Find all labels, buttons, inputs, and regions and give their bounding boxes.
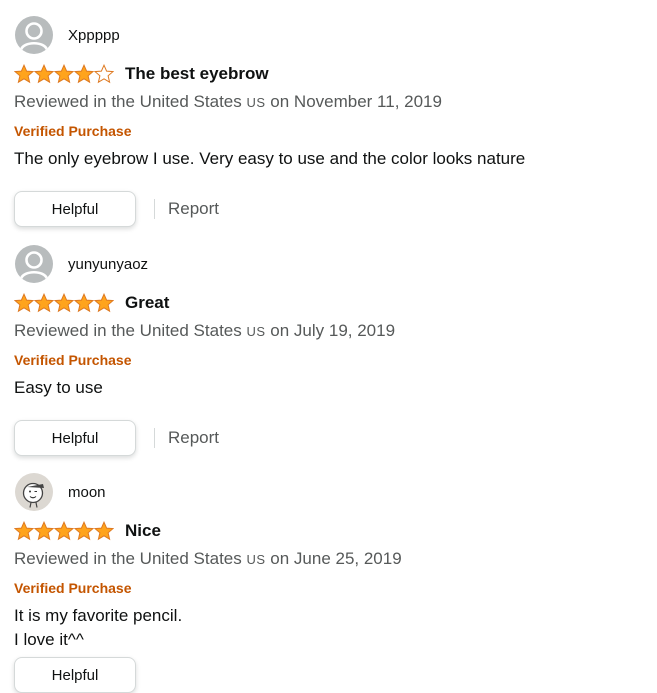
- review-location: Reviewed in the United States: [14, 92, 242, 111]
- reviewer-profile[interactable]: Xppppp: [15, 15, 120, 55]
- review-body-line: The only eyebrow I use. Very easy to use…: [14, 149, 526, 168]
- review-date: on July 19, 2019: [270, 321, 396, 340]
- review-location: Reviewed in the United States: [14, 321, 242, 340]
- star-filled-icon: [34, 293, 54, 313]
- review-date-line: Reviewed in the United States US on Nove…: [14, 92, 442, 112]
- star-filled-icon: [94, 293, 114, 313]
- star-empty-icon: [94, 64, 114, 84]
- review-date-line: Reviewed in the United States US on July…: [14, 321, 395, 341]
- star-filled-icon: [14, 293, 34, 313]
- star-filled-icon: [54, 64, 74, 84]
- star-filled-icon: [14, 64, 34, 84]
- reviewer-profile[interactable]: moon: [15, 472, 106, 512]
- reviewer-profile[interactable]: yunyunyaoz: [15, 244, 148, 284]
- country-code: US: [246, 324, 266, 339]
- review-body: It is my favorite pencil. I love it^^: [14, 604, 182, 652]
- star-filled-icon: [54, 521, 74, 541]
- star-filled-icon: [34, 64, 54, 84]
- reviewer-name: yunyunyaoz: [68, 255, 149, 273]
- reviewer-name: Xppppp: [68, 26, 120, 44]
- star-rating[interactable]: [14, 521, 114, 541]
- star-rating[interactable]: [14, 293, 114, 313]
- action-divider: [154, 199, 155, 219]
- review-title[interactable]: Great: [125, 293, 169, 313]
- country-code: US: [246, 95, 266, 110]
- default-user-icon: [15, 16, 53, 54]
- review-body-line: Easy to use: [14, 378, 103, 397]
- review-location: Reviewed in the United States: [14, 549, 242, 568]
- report-link[interactable]: Report: [168, 428, 219, 448]
- star-rating[interactable]: [14, 64, 114, 84]
- star-filled-icon: [94, 521, 114, 541]
- review-date: on November 11, 2019: [270, 92, 442, 111]
- review-body: The only eyebrow I use. Very easy to use…: [14, 147, 525, 171]
- review-title[interactable]: The best eyebrow: [125, 64, 269, 84]
- verified-purchase-badge[interactable]: Verified Purchase: [14, 123, 132, 139]
- helpful-button[interactable]: Helpful: [14, 657, 136, 693]
- country-code: US: [246, 552, 266, 567]
- reviewer-name: moon: [68, 483, 106, 501]
- verified-purchase-badge[interactable]: Verified Purchase: [14, 352, 132, 368]
- review-title[interactable]: Nice: [125, 521, 161, 541]
- review-body-line: I love it^^: [14, 630, 84, 649]
- cartoon-face-avatar-icon: [15, 473, 53, 511]
- default-user-icon: [15, 245, 53, 283]
- star-filled-icon: [74, 293, 94, 313]
- helpful-button[interactable]: Helpful: [14, 420, 136, 456]
- report-link[interactable]: Report: [168, 199, 219, 219]
- verified-purchase-badge[interactable]: Verified Purchase: [14, 580, 132, 596]
- star-filled-icon: [14, 521, 34, 541]
- action-divider: [154, 428, 155, 448]
- review-date: on June 25, 2019: [270, 549, 402, 568]
- star-filled-icon: [74, 521, 94, 541]
- star-filled-icon: [34, 521, 54, 541]
- review-body-line: It is my favorite pencil.: [14, 606, 183, 625]
- star-filled-icon: [54, 293, 74, 313]
- review-body: Easy to use: [14, 376, 103, 400]
- star-filled-icon: [74, 64, 94, 84]
- helpful-button[interactable]: Helpful: [14, 191, 136, 227]
- review-date-line: Reviewed in the United States US on June…: [14, 549, 402, 569]
